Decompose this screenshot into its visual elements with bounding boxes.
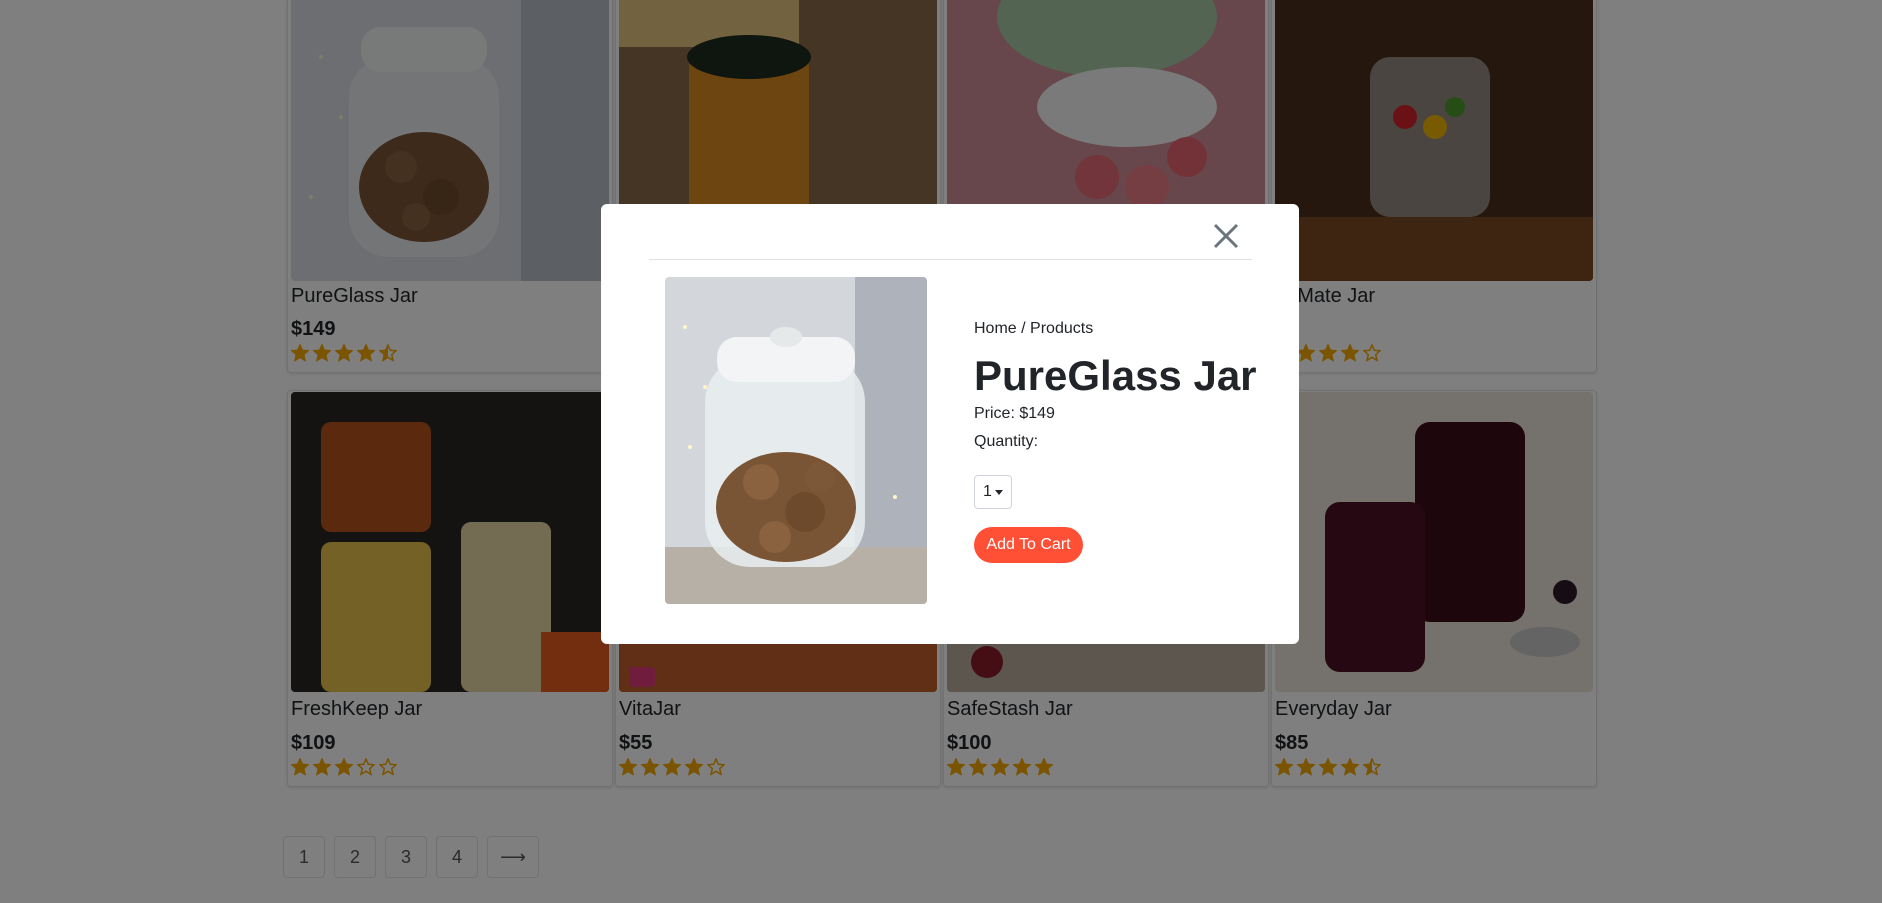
- chevron-down-icon: [994, 489, 1003, 495]
- close-icon: [1213, 223, 1239, 249]
- breadcrumb-home-link[interactable]: Home: [974, 320, 1017, 337]
- quantity-value: 1: [983, 483, 992, 500]
- breadcrumb: Home / Products: [974, 320, 1093, 338]
- product-title: PureGlass Jar: [974, 352, 1257, 399]
- add-to-cart-button[interactable]: Add To Cart: [974, 527, 1083, 563]
- breadcrumb-separator: /: [1021, 320, 1026, 337]
- quantity-select[interactable]: 1: [974, 475, 1012, 509]
- close-button[interactable]: [1208, 218, 1244, 254]
- quantity-label: Quantity:: [974, 433, 1039, 450]
- product-listing-page: PureGlass Jar $149: [0, 0, 1882, 903]
- modal-divider: [649, 259, 1252, 260]
- breadcrumb-products-link[interactable]: Products: [1030, 320, 1093, 337]
- product-detail-modal: Home / Products PureGlass Jar Price: $14…: [601, 204, 1299, 644]
- product-price-text: Price: $149: [974, 405, 1055, 422]
- modal-product-image: [665, 277, 927, 604]
